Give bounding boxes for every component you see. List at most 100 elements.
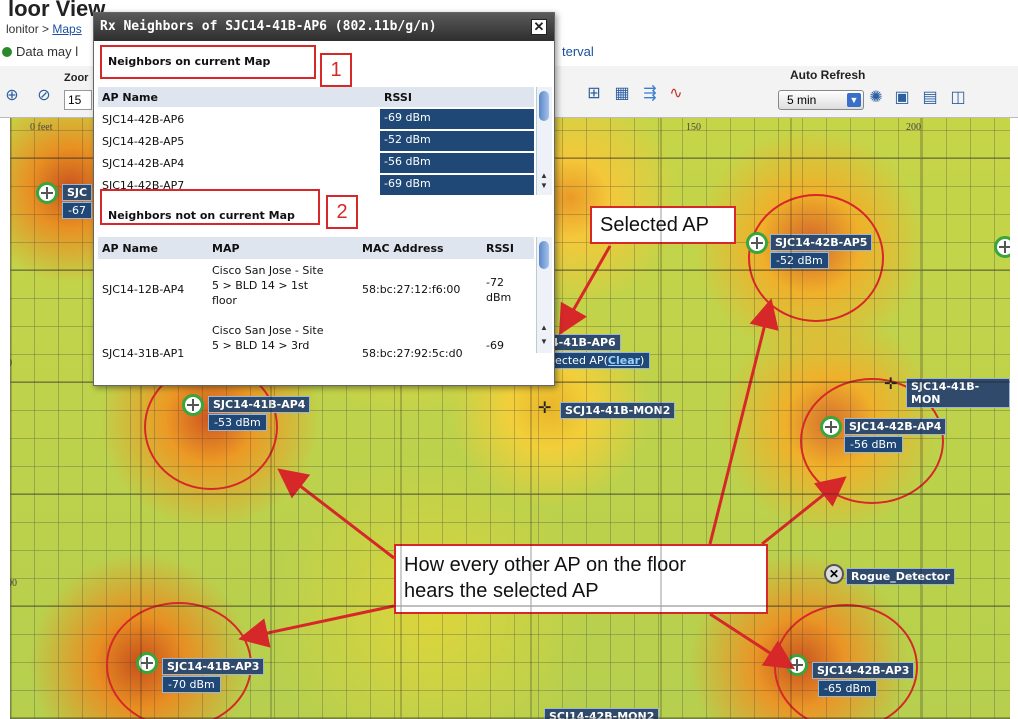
table-cell-map: Cisco San Jose - Site 5 > BLD 14 > 3rd (212, 324, 324, 352)
auto-refresh-select[interactable]: 5 min ▼ (778, 90, 864, 110)
table-header (98, 87, 534, 107)
ap-grid-icon[interactable]: ⊞ (584, 84, 604, 104)
rogue-detector-icon[interactable]: ✕ (824, 564, 844, 584)
ap-rssi: -52 dBm (770, 252, 829, 269)
section-title-not-current-map: Neighbors not on current Map (108, 209, 295, 222)
table-cell-ap-name: SJC14-31B-AP1 (102, 347, 185, 360)
ruler-left-50: 50 (10, 358, 12, 369)
ap-label[interactable]: SJC14-42B-AP5 (770, 234, 873, 251)
selected-ap-status-end: ) (640, 354, 645, 367)
column-header[interactable]: MAC Address (362, 242, 444, 255)
table-cell-ap-name: SJC14-42B-AP5 (102, 135, 185, 148)
ap-rssi: -70 dBm (162, 676, 221, 693)
ap-marker-icon[interactable] (36, 182, 58, 204)
callout-selected-ap: Selected AP (590, 206, 736, 244)
auto-refresh-value: 5 min (787, 93, 817, 107)
ap-rssi: -67 (62, 202, 92, 219)
column-header[interactable]: RSSI (384, 91, 412, 104)
breadcrumb-prefix: lonitor > (6, 22, 53, 36)
column-header[interactable]: RSSI (486, 242, 514, 255)
ap-label[interactable]: SJC14-42B-AP3 (812, 662, 915, 679)
ap-label[interactable]: SJC14-41B-AP4 (208, 396, 311, 413)
scroll-down-icon[interactable]: ▼ (539, 337, 549, 347)
screenshot-frame: { "header": { "title": "loor View", "bre… (0, 0, 1018, 719)
dialog-title: Rx Neighbors of SJC14-41B-AP6 (802.11b/g… (94, 13, 554, 41)
ap-marker-icon[interactable] (182, 394, 204, 416)
refresh-interval-link[interactable]: terval (562, 44, 594, 59)
monitor-icon[interactable]: ✛ (884, 374, 897, 394)
table-cell-rssi: -69 dBm (380, 109, 534, 129)
monitor-label[interactable]: SCJ14-41B-MON2 (560, 402, 676, 419)
ap-label[interactable]: SJC (62, 184, 93, 201)
ap-label[interactable]: SJC14-42B-AP4 (844, 418, 947, 435)
ap-label[interactable]: SJC14-41B-AP3 (162, 658, 265, 675)
ruler-top-150: 150 (686, 122, 701, 133)
table-cell-rssi: -69 (486, 339, 504, 352)
ap-marker-icon[interactable] (136, 652, 158, 674)
signal-icon[interactable]: ∿ (666, 84, 686, 104)
column-header[interactable]: AP Name (102, 91, 158, 104)
ap-marker-icon[interactable] (746, 232, 768, 254)
column-header[interactable]: MAP (212, 242, 240, 255)
table-cell-ap-name: SJC14-42B-AP4 (102, 157, 185, 170)
table-header (98, 237, 534, 259)
ap-rssi: -65 dBm (818, 680, 877, 697)
monitor-label[interactable]: SJC14-41B-MON (906, 378, 1010, 408)
ap-marker-icon[interactable] (786, 654, 808, 676)
zoom-label: Zoor (64, 72, 89, 84)
monitor-label[interactable]: Rogue_Detector (846, 568, 955, 585)
scroll-up-icon[interactable]: ▲ (539, 171, 549, 181)
highlight-ring (774, 604, 918, 719)
callout-number: 2 (326, 195, 358, 229)
export-icon[interactable]: ◫ (948, 88, 968, 108)
table-cell-rssi: -56 dBm (380, 153, 534, 173)
callout-number: 1 (320, 53, 352, 87)
ap-marker-icon[interactable] (994, 236, 1010, 258)
close-icon[interactable]: ✕ (531, 19, 547, 35)
page-title: loor View (8, 0, 106, 21)
ruler-left-100: 100 (10, 578, 17, 589)
data-notice: Data may l (2, 44, 78, 59)
rx-neighbors-dialog: Rx Neighbors of SJC14-41B-AP6 (802.11b/g… (93, 12, 555, 386)
zoom-select[interactable]: 15 (64, 90, 92, 110)
table-view-icon[interactable]: ▤ (920, 88, 940, 108)
layout-icon[interactable]: ▦ (612, 84, 632, 104)
scrollbar[interactable]: ▲ ▼ (536, 237, 552, 353)
selected-ap-label[interactable]: 4-41B-AP6 (546, 334, 621, 351)
table-cell-mac: 58:bc:27:12:f6:00 (362, 283, 461, 296)
table-cell-rssi: -72 dBm (486, 276, 512, 304)
channel-icon[interactable]: ⇶ (640, 84, 660, 104)
map-view-icon[interactable]: ▣ (892, 88, 912, 108)
table-cell-rssi: -52 dBm (380, 131, 534, 151)
auto-refresh-label: Auto Refresh (790, 68, 866, 82)
ap-rssi: -56 dBm (844, 436, 903, 453)
breadcrumb: lonitor > Maps (6, 22, 82, 36)
table-cell-ap-name: SJC14-42B-AP6 (102, 113, 185, 126)
table-cell-ap-name: SJC14-12B-AP4 (102, 283, 185, 296)
clear-selection-link[interactable]: Clear (608, 354, 640, 367)
highlight-ring (106, 602, 252, 719)
monitor-label[interactable]: SCJ14-42B-MON2 (544, 708, 660, 719)
scrollbar-thumb[interactable] (539, 241, 549, 269)
table-cell-rssi: -69 dBm (380, 175, 534, 195)
chevron-down-icon: ▼ (847, 93, 861, 107)
table-cell-map: Cisco San Jose - Site 5 > BLD 14 > 1st f… (212, 264, 324, 307)
zoom-out-icon[interactable]: ⊘ (34, 86, 54, 106)
highlight-ring (748, 194, 884, 322)
highlight-ring (800, 378, 944, 504)
selected-ap-status-text: lected AP( (552, 354, 608, 367)
column-header[interactable]: AP Name (102, 242, 158, 255)
scrollbar[interactable]: ▲ ▼ (536, 87, 552, 195)
ruler-top-0: 0 feet (30, 122, 53, 133)
refresh-icon[interactable]: ✺ (866, 88, 886, 108)
zoom-in-icon[interactable]: ⊕ (2, 86, 22, 106)
section-title-current-map: Neighbors on current Map (108, 55, 271, 68)
breadcrumb-link-maps[interactable]: Maps (52, 22, 81, 36)
scroll-up-icon[interactable]: ▲ (539, 323, 549, 333)
ap-marker-icon[interactable] (820, 416, 842, 438)
scroll-down-icon[interactable]: ▼ (539, 181, 549, 191)
callout-every-ap: How every other AP on the floor hears th… (394, 544, 768, 614)
selected-ap-status: lected AP(Clear) (546, 352, 651, 369)
monitor-icon[interactable]: ✛ (538, 398, 551, 418)
scrollbar-thumb[interactable] (539, 91, 549, 121)
